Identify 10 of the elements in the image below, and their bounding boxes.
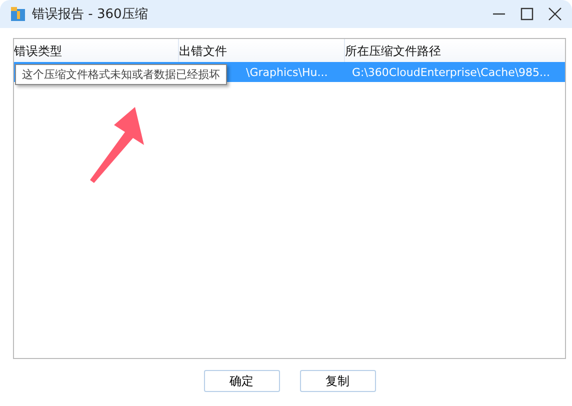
close-icon[interactable] [548,7,562,21]
table-cell-text: G:\360CloudEnterprise\Cache\985... [352,66,552,78]
maximize-icon[interactable] [520,7,534,21]
table-cell-text: \Graphics\Hu... [246,66,329,78]
archive-icon [10,6,26,22]
column-header[interactable]: 错误类型 [14,39,178,62]
dialog-button[interactable]: 确定 [204,370,280,392]
dialog-button[interactable]: 复制 [300,370,376,392]
tooltip: 这个压缩文件格式未知或者数据已经损坏 [15,64,227,85]
window-title: 错误报告 - 360压缩 [32,6,148,23]
